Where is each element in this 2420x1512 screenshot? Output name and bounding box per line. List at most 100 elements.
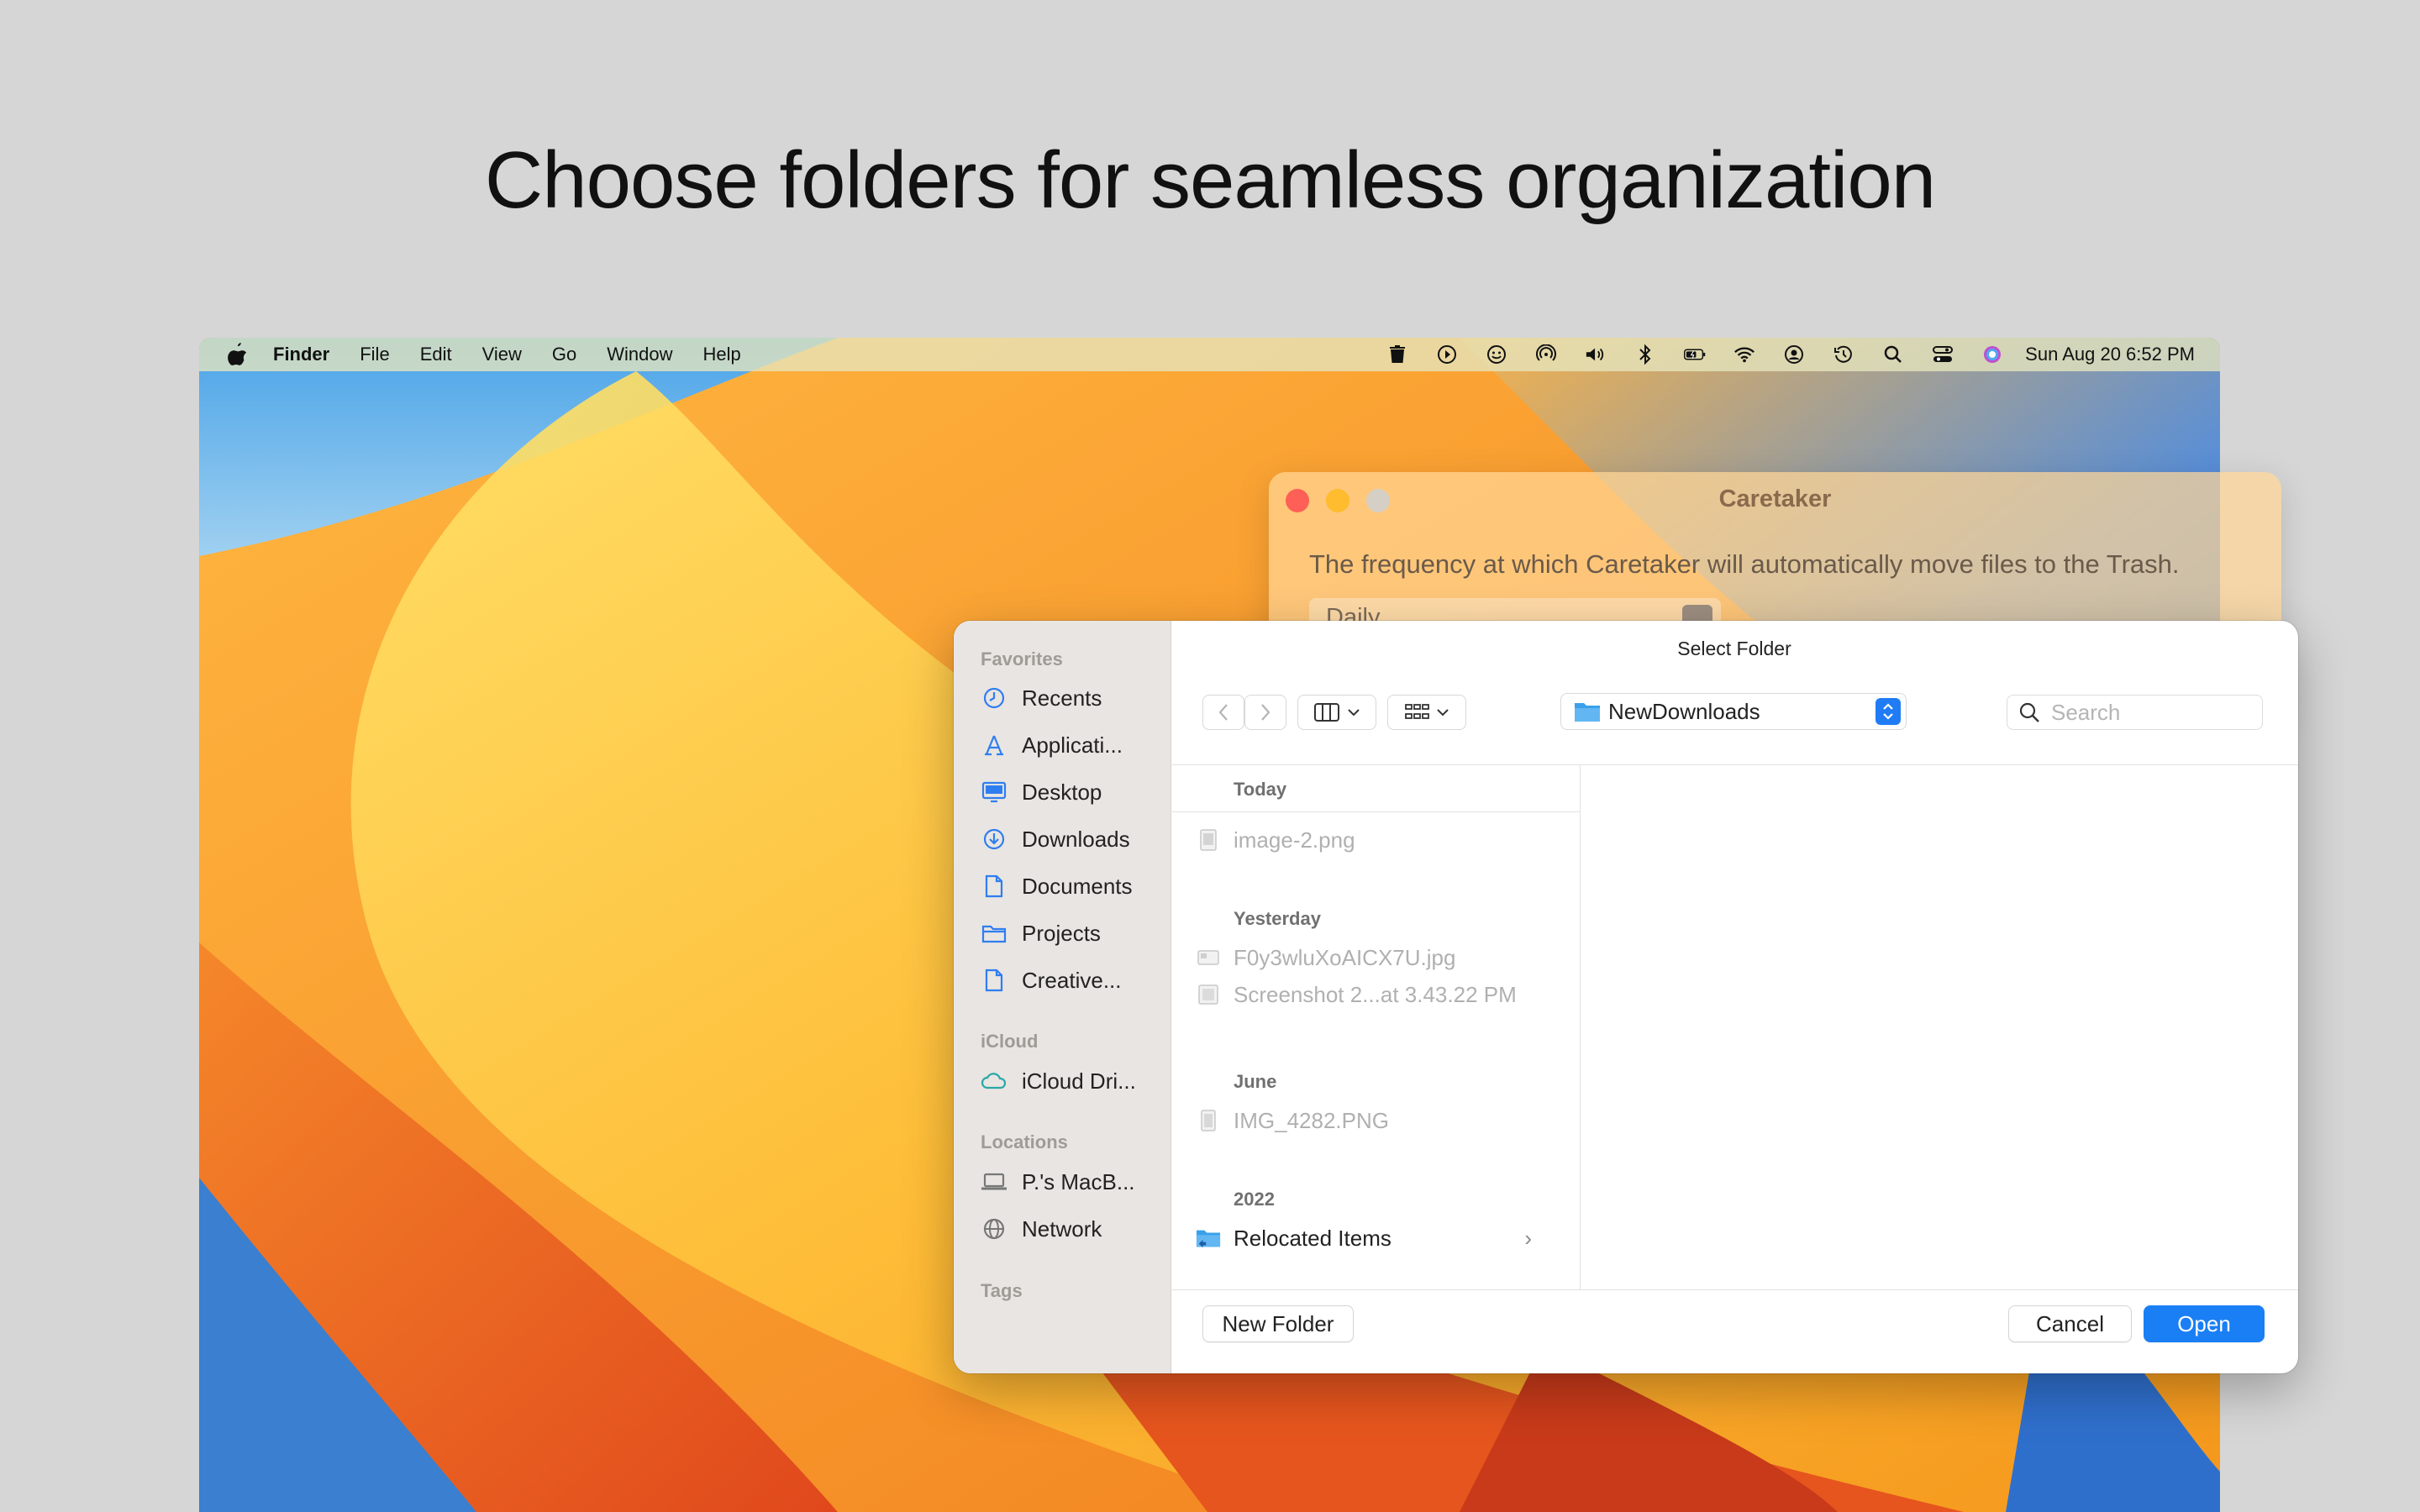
control-center-icon[interactable] <box>1932 344 1954 365</box>
chevron-down-icon <box>1437 709 1449 717</box>
sidebar-section-locations: Locations <box>981 1131 1068 1152</box>
cancel-button[interactable]: Cancel <box>2008 1305 2132 1342</box>
sidebar-item-documents[interactable]: Documents <box>981 867 1133 906</box>
folder-icon <box>981 920 1007 947</box>
dialog-sidebar: Favorites Recents Applicati... Desktop D… <box>954 621 1171 1373</box>
sidebar-item-label: Creative... <box>1022 967 1122 993</box>
sidebar-item-label: Recents <box>1022 685 1102 711</box>
sidebar-section-favorites: Favorites <box>981 648 1063 669</box>
file-name: image-2.png <box>1234 827 1355 853</box>
menu-file[interactable]: File <box>360 344 389 365</box>
menubar-clock[interactable]: Sun Aug 20 6:52 PM <box>2025 344 2195 365</box>
chevron-right-icon: › <box>1524 1225 1532 1251</box>
group-heading-2022: 2022 <box>1234 1189 1275 1210</box>
sidebar-item-recents[interactable]: Recents <box>981 679 1102 717</box>
spotlight-icon[interactable] <box>1882 344 1904 365</box>
menu-help[interactable]: Help <box>703 344 741 365</box>
image-file-icon <box>1196 945 1221 970</box>
view-mode-button[interactable] <box>1297 695 1376 730</box>
time-machine-icon[interactable] <box>1833 344 1854 365</box>
menu-window[interactable]: Window <box>607 344 672 365</box>
document-icon <box>981 873 1007 900</box>
applications-icon <box>981 732 1007 759</box>
folder-row[interactable]: Relocated Items › <box>1196 1221 1557 1255</box>
columns-view-icon <box>1314 703 1339 722</box>
status-area: Sun Aug 20 6:52 PM <box>1359 338 2195 371</box>
sidebar-item-icloud-drive[interactable]: iCloud Dri... <box>981 1062 1136 1100</box>
menu-edit[interactable]: Edit <box>420 344 452 365</box>
grid-icon <box>1405 704 1429 719</box>
sidebar-item-network[interactable]: Network <box>981 1210 1102 1248</box>
group-heading-today: Today <box>1234 779 1287 800</box>
airdrop-icon[interactable] <box>1535 344 1557 365</box>
group-heading-june: June <box>1234 1071 1277 1092</box>
location-popup-value: NewDownloads <box>1608 698 1760 724</box>
menu-app-finder[interactable]: Finder <box>273 344 329 365</box>
dialog-title: Select Folder <box>1677 638 1791 659</box>
select-folder-dialog: Favorites Recents Applicati... Desktop D… <box>954 621 2298 1373</box>
location-popup[interactable]: NewDownloads <box>1560 693 1907 730</box>
menu-bar: Finder File Edit View Go Window Help Sun… <box>199 338 2220 371</box>
caretaker-title: Caretaker <box>1718 486 1832 512</box>
footer-divider <box>1171 1289 2298 1290</box>
cloud-icon <box>981 1068 1007 1095</box>
sidebar-item-macbook[interactable]: P.'s MacB... <box>981 1163 1135 1201</box>
file-row[interactable]: F0y3wluXoAICX7U.jpg <box>1196 941 1455 974</box>
file-name: F0y3wluXoAICX7U.jpg <box>1234 944 1456 970</box>
volume-icon[interactable] <box>1585 344 1607 365</box>
desktop-icon <box>981 779 1007 806</box>
globe-icon <box>981 1215 1007 1242</box>
file-row[interactable]: image-2.png <box>1196 823 1355 857</box>
forward-button[interactable] <box>1244 695 1286 730</box>
frequency-description: The frequency at which Caretaker will au… <box>1309 549 2180 579</box>
folder-icon <box>1575 703 1600 722</box>
sidebar-item-label: Projects <box>1022 920 1101 946</box>
chevron-updown-icon <box>1876 698 1901 725</box>
sidebar-item-label: Documents <box>1022 873 1133 899</box>
siri-icon[interactable] <box>1981 344 2003 365</box>
sidebar-item-label: Network <box>1022 1215 1102 1242</box>
trash-icon[interactable] <box>1386 344 1408 365</box>
sidebar-item-downloads[interactable]: Downloads <box>981 820 1130 858</box>
sidebar-item-label: Applicati... <box>1022 732 1123 758</box>
search-input[interactable] <box>2049 698 2246 727</box>
play-circle-icon[interactable] <box>1436 344 1458 365</box>
chevron-right-icon <box>1261 704 1270 721</box>
apple-icon[interactable] <box>226 342 248 367</box>
clock-icon <box>981 685 1007 711</box>
wifi-icon[interactable] <box>1733 344 1755 365</box>
chevron-down-icon <box>1348 709 1360 717</box>
file-name: IMG_4282.PNG <box>1234 1107 1389 1133</box>
sidebar-section-tags: Tags <box>981 1280 1023 1301</box>
image-file-icon <box>1196 827 1221 853</box>
sidebar-item-label: iCloud Dri... <box>1022 1068 1136 1094</box>
back-button[interactable] <box>1202 695 1244 730</box>
file-row[interactable]: IMG_4282.PNG <box>1196 1104 1389 1137</box>
document-icon <box>981 967 1007 994</box>
sidebar-item-desktop[interactable]: Desktop <box>981 773 1102 811</box>
downloads-icon <box>981 826 1007 853</box>
chevron-left-icon <box>1218 704 1228 721</box>
file-row[interactable]: Screenshot 2...at 3.43.22 PM <box>1196 978 1517 1011</box>
search-icon <box>2019 702 2039 722</box>
search-field[interactable] <box>2007 695 2263 730</box>
battery-icon[interactable] <box>1684 344 1706 365</box>
user-icon[interactable] <box>1783 344 1805 365</box>
sidebar-item-projects[interactable]: Projects <box>981 914 1101 953</box>
laptop-icon <box>981 1168 1007 1195</box>
smiley-icon[interactable] <box>1486 344 1507 365</box>
sidebar-item-label: Desktop <box>1022 779 1102 805</box>
sidebar-item-label: P.'s MacB... <box>1022 1168 1135 1194</box>
group-by-button[interactable] <box>1387 695 1466 730</box>
sidebar-item-applications[interactable]: Applicati... <box>981 726 1123 764</box>
bluetooth-icon[interactable] <box>1634 344 1656 365</box>
sidebar-item-creative[interactable]: Creative... <box>981 961 1122 1000</box>
open-button[interactable]: Open <box>2144 1305 2265 1342</box>
file-list: Today image-2.png Yesterday F0y3wluXoAIC… <box>1171 765 1581 1289</box>
menu-go[interactable]: Go <box>552 344 576 365</box>
file-name: Relocated Items <box>1234 1225 1392 1251</box>
sidebar-section-icloud: iCloud <box>981 1031 1039 1052</box>
image-file-icon <box>1196 1108 1221 1133</box>
new-folder-button[interactable]: New Folder <box>1202 1305 1354 1342</box>
menu-view[interactable]: View <box>482 344 522 365</box>
